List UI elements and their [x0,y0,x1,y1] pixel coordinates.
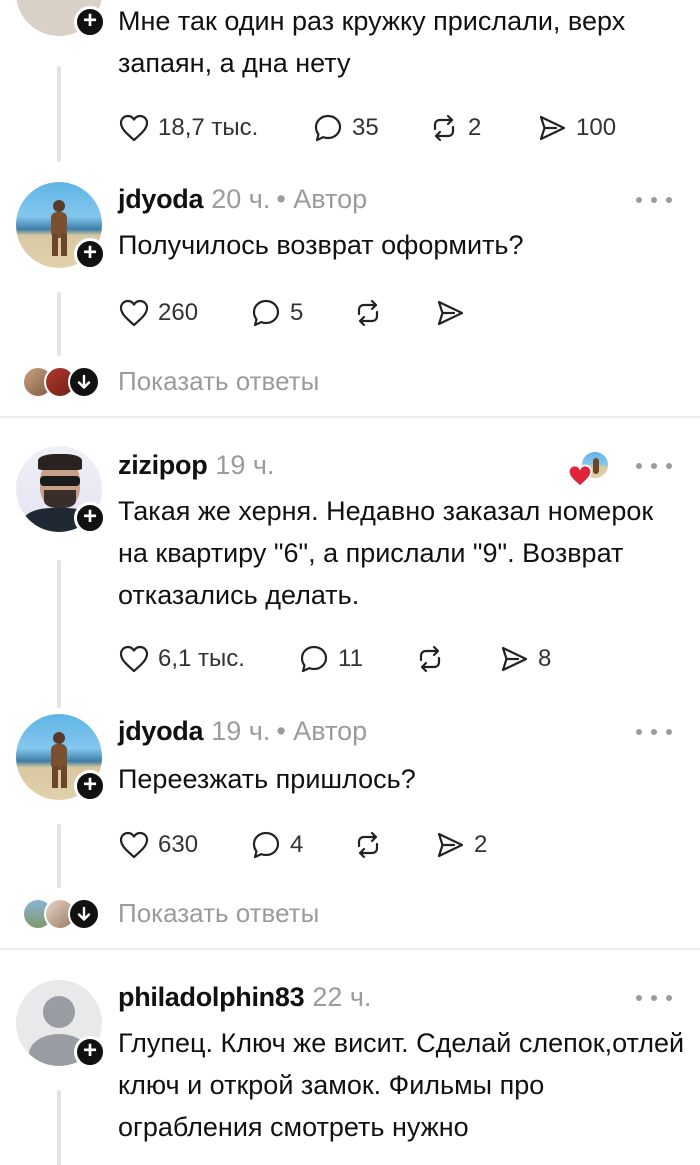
heart-icon [119,645,149,673]
divider [0,948,700,950]
comment-text: Такая же херня. Недавно заказал номерок … [118,496,654,610]
username[interactable]: zizipop [118,450,208,481]
share-button[interactable]: 2 [434,828,487,862]
repost-button[interactable] [414,642,446,676]
reply-button[interactable]: 11 [298,642,363,676]
like-button[interactable]: 630 [118,828,198,862]
comment-actions: 18,7 тыс. 35 2 100 [118,111,678,145]
show-replies-button[interactable]: Показать ответы [0,896,700,936]
speech-bubble-icon [252,299,280,327]
show-replies-button[interactable]: Показать ответы [0,364,700,404]
thread-line [57,1090,61,1165]
avatar[interactable]: + [16,0,106,38]
repost-button[interactable] [352,296,384,330]
avatar[interactable]: + [16,714,106,802]
reply-button[interactable]: 35 [312,111,379,145]
avatar[interactable]: + [16,446,106,534]
reply-button[interactable]: 4 [250,828,303,862]
username[interactable]: jdyoda [118,184,204,215]
reply-avatars [22,366,102,400]
follow-plus-icon[interactable]: + [74,502,106,534]
reply-avatars [22,898,102,932]
comment-text: Глупец. Ключ же висит. Сделай слепок,отл… [118,1028,685,1142]
comment: + jdyoda 19 ч. • Автор Переезжать пришло… [0,714,700,888]
author-liked-badge [566,450,614,488]
repost-button[interactable] [352,828,384,862]
more-dots-icon[interactable] [636,992,672,1004]
reply-button[interactable]: 5 [250,296,303,330]
share-button[interactable] [434,296,466,330]
more-dots-icon[interactable] [636,460,672,472]
thread-line [57,66,61,162]
send-icon [539,115,566,141]
comment-actions: 630 4 2 [118,828,678,862]
follow-plus-icon[interactable]: + [74,1036,106,1068]
arrow-down-icon [68,366,100,398]
speech-bubble-icon [300,645,328,673]
follow-plus-icon[interactable]: + [74,770,106,802]
timestamp: 19 ч. [211,716,271,746]
more-dots-icon[interactable] [636,194,672,206]
more-dots-icon[interactable] [636,726,672,738]
send-icon [501,646,528,672]
follow-plus-icon[interactable]: + [74,6,106,38]
heart-icon [119,299,149,327]
comment-header: jdyoda 19 ч. • Автор [118,716,367,747]
username[interactable]: jdyoda [118,716,204,747]
thread-line [57,560,61,708]
repost-icon [419,645,441,673]
share-button[interactable]: 8 [498,642,551,676]
share-button[interactable]: 100 [536,111,616,145]
comment-text: Переезжать пришлось? [118,764,416,794]
comment-actions: 260 5 [118,296,678,330]
like-button[interactable]: 6,1 тыс. [118,642,245,676]
avatar[interactable]: + [16,980,106,1068]
avatar[interactable]: + [16,182,106,270]
author-tag: • Автор [276,184,368,214]
repost-icon [433,114,455,142]
repost-icon [357,299,379,327]
author-tag: • Автор [276,716,368,746]
speech-bubble-icon [314,114,342,142]
timestamp: 19 ч. [215,450,275,480]
comment: + zizipop 19 ч. Такая же херня. Недавно … [0,446,700,708]
heart-icon [119,114,149,142]
like-button[interactable]: 18,7 тыс. [118,111,258,145]
username[interactable]: philadolphin83 [118,982,305,1013]
comment-actions: 6,1 тыс. 11 8 [118,642,678,676]
send-icon [437,832,464,858]
like-button[interactable]: 260 [118,296,198,330]
follow-plus-icon[interactable]: + [74,238,106,270]
heart-icon [567,464,593,488]
comment-text: Получилось возврат оформить? [118,230,524,260]
repost-button[interactable]: 2 [428,111,481,145]
speech-bubble-icon [252,831,280,859]
thread-line [57,292,61,356]
divider [0,416,700,418]
repost-icon [357,831,379,859]
comment-header: jdyoda 20 ч. • Автор [118,184,367,215]
comment: + Мне так один раз кружку прислали, верх… [0,0,700,170]
show-replies-label: Показать ответы [118,366,320,396]
arrow-down-icon [68,898,100,930]
send-icon [437,300,464,326]
heart-icon [119,831,149,859]
comment-header: zizipop 19 ч. [118,450,275,481]
thread-line [57,824,61,888]
show-replies-label: Показать ответы [118,898,320,928]
timestamp: 22 ч. [312,982,372,1012]
comment-header: philadolphin83 22 ч. [118,982,371,1013]
timestamp: 20 ч. [211,184,271,214]
comment: + philadolphin83 22 ч. Глупец. Ключ же в… [0,980,700,1165]
comment-text: Мне так один раз кружку прислали, верх з… [118,6,626,78]
